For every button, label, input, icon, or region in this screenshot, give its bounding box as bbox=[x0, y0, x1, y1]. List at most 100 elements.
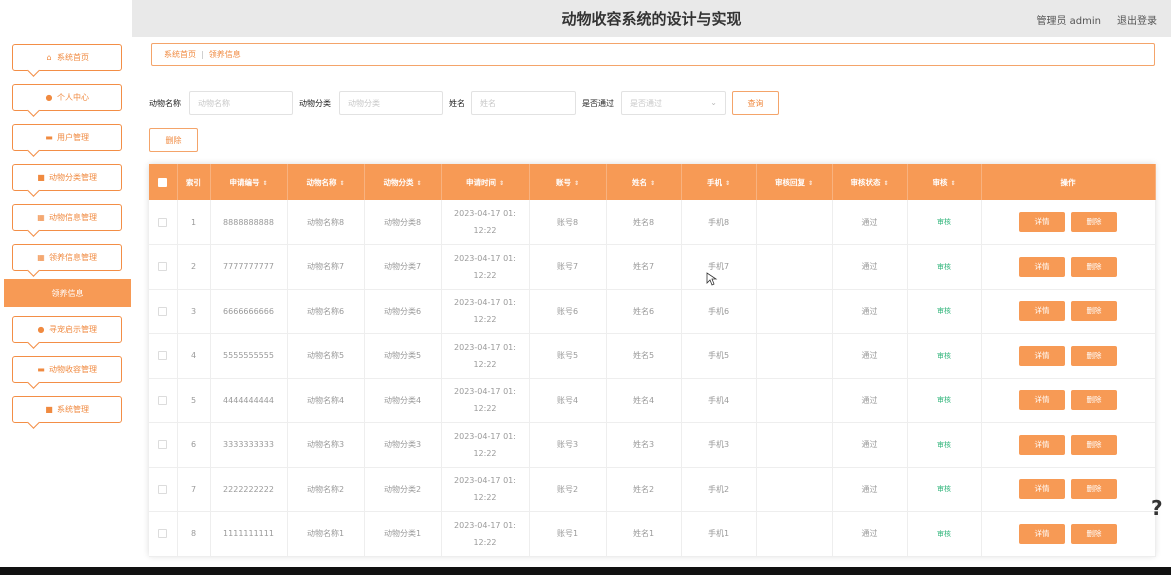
animal-name-input[interactable]: 动物名称 bbox=[189, 91, 293, 115]
delete-button[interactable]: 删除 bbox=[1071, 434, 1117, 455]
audit-link[interactable]: 审核 bbox=[937, 352, 951, 360]
row-checkbox[interactable] bbox=[149, 289, 178, 334]
row-status: 通过 bbox=[832, 378, 908, 423]
column-header[interactable]: 申请编号 ⇕ bbox=[210, 164, 288, 200]
sidebar-item-label: 个人中心 bbox=[57, 93, 89, 102]
delete-button[interactable]: 删除 bbox=[1071, 345, 1117, 366]
row-reply bbox=[756, 467, 833, 512]
sort-icon: ⇕ bbox=[416, 179, 422, 187]
table-row: 2 7777777777 动物名称7 动物分类7 2023-04-17 01: 12:22… bbox=[149, 244, 1156, 290]
row-audit[interactable]: 审核 bbox=[907, 244, 982, 290]
row-person: 姓名7 bbox=[606, 244, 682, 290]
sidebar-item-shelter[interactable]: ▬ 动物收容管理 bbox=[12, 356, 122, 383]
row-audit[interactable]: 审核 bbox=[907, 378, 982, 423]
delete-button[interactable]: 删除 bbox=[1071, 212, 1117, 232]
detail-button[interactable]: 详情 bbox=[1019, 256, 1065, 277]
row-category: 动物分类5 bbox=[364, 333, 442, 379]
row-checkbox[interactable] bbox=[149, 378, 178, 423]
users-icon: ▬ bbox=[45, 132, 53, 142]
audit-link[interactable]: 审核 bbox=[937, 307, 951, 315]
sidebar-item-home[interactable]: ⌂ 系统首页 bbox=[12, 44, 122, 71]
sidebar-item-system[interactable]: ■ 系统管理 bbox=[12, 396, 122, 423]
row-category: 动物分类6 bbox=[364, 289, 442, 334]
audit-link[interactable]: 审核 bbox=[937, 485, 951, 493]
audit-link[interactable]: 审核 bbox=[937, 396, 951, 404]
row-animal-name: 动物名称4 bbox=[287, 378, 365, 423]
row-checkbox[interactable] bbox=[149, 200, 178, 245]
row-actions: 详情 删除 bbox=[981, 289, 1156, 334]
breadcrumb-home[interactable]: 系统首页 bbox=[164, 49, 196, 60]
sidebar-item-adoption[interactable]: ▦ 领养信息管理 bbox=[12, 244, 122, 271]
audit-link[interactable]: 审核 bbox=[937, 263, 951, 271]
sidebar-item-lost-pet[interactable]: ● 寻宠启示管理 bbox=[12, 316, 122, 343]
delete-button[interactable]: 删除 bbox=[1071, 523, 1117, 544]
column-header[interactable]: 申请时间 ⇕ bbox=[441, 164, 530, 200]
column-header[interactable]: 手机 ⇕ bbox=[681, 164, 757, 200]
delete-button[interactable]: 删除 bbox=[1071, 479, 1117, 500]
select-all-checkbox[interactable] bbox=[149, 164, 178, 200]
table-row: 4 5555555555 动物名称5 动物分类5 2023-04-17 01: 12:22… bbox=[149, 333, 1156, 379]
delete-button[interactable]: 删除 bbox=[1071, 301, 1117, 322]
column-header[interactable]: 动物分类 ⇕ bbox=[364, 164, 442, 200]
row-category: 动物分类3 bbox=[364, 422, 442, 468]
home-icon: ⌂ bbox=[46, 52, 52, 62]
sidebar-item-label: 动物收容管理 bbox=[49, 365, 97, 374]
row-checkbox[interactable] bbox=[149, 511, 178, 557]
name-input[interactable]: 姓名 bbox=[471, 91, 576, 115]
detail-button[interactable]: 详情 bbox=[1019, 301, 1065, 322]
sidebar-item-animal-category[interactable]: ■ 动物分类管理 bbox=[12, 164, 122, 191]
row-audit[interactable]: 审核 bbox=[907, 422, 982, 468]
row-checkbox[interactable] bbox=[149, 422, 178, 468]
row-time-clock: 12:22 bbox=[473, 448, 497, 458]
row-phone: 手机1 bbox=[681, 511, 757, 557]
column-header[interactable]: 姓名 ⇕ bbox=[606, 164, 682, 200]
adoption-table: 索引 申请编号 ⇕ 动物名称 ⇕ 动物分类 ⇕ 申请时间 ⇕ 账号 ⇕ 姓名 ⇕ 手机 ⇕ 审… bbox=[149, 164, 1156, 557]
detail-button[interactable]: 详情 bbox=[1019, 212, 1065, 232]
detail-button[interactable]: 详情 bbox=[1019, 479, 1065, 500]
audit-link[interactable]: 审核 bbox=[937, 441, 951, 449]
batch-delete-button[interactable]: 删除 bbox=[149, 128, 198, 152]
detail-button[interactable]: 详情 bbox=[1019, 523, 1065, 544]
delete-button[interactable]: 删除 bbox=[1071, 256, 1117, 277]
column-header[interactable]: 审核回复 ⇕ bbox=[756, 164, 833, 200]
row-account: 账号6 bbox=[529, 289, 607, 334]
column-header: 操作 bbox=[981, 164, 1156, 200]
detail-button[interactable]: 详情 bbox=[1019, 434, 1065, 455]
row-actions: 详情 删除 bbox=[981, 244, 1156, 290]
row-phone: 手机8 bbox=[681, 200, 757, 245]
column-header[interactable]: 审核状态 ⇕ bbox=[832, 164, 908, 200]
detail-button[interactable]: 详情 bbox=[1019, 390, 1065, 411]
row-checkbox[interactable] bbox=[149, 244, 178, 290]
row-audit[interactable]: 审核 bbox=[907, 511, 982, 557]
animal-name-label: 动物名称 bbox=[149, 99, 181, 108]
animal-name-placeholder: 动物名称 bbox=[198, 98, 230, 108]
row-person: 姓名4 bbox=[606, 378, 682, 423]
row-audit[interactable]: 审核 bbox=[907, 200, 982, 245]
column-header[interactable]: 账号 ⇕ bbox=[529, 164, 607, 200]
column-header[interactable]: 审核 ⇕ bbox=[907, 164, 982, 200]
row-index: 7 bbox=[177, 467, 211, 512]
sidebar-subitem-adoption-info[interactable]: 领养信息 bbox=[4, 279, 131, 307]
category-input[interactable]: 动物分类 bbox=[339, 91, 443, 115]
row-reply bbox=[756, 244, 833, 290]
sidebar-item-users[interactable]: ▬ 用户管理 bbox=[12, 124, 122, 151]
column-header[interactable]: 动物名称 ⇕ bbox=[287, 164, 365, 200]
row-audit[interactable]: 审核 bbox=[907, 333, 982, 379]
row-audit[interactable]: 审核 bbox=[907, 467, 982, 512]
category-placeholder: 动物分类 bbox=[348, 98, 380, 108]
row-audit[interactable]: 审核 bbox=[907, 289, 982, 334]
user-icon: ● bbox=[45, 92, 53, 102]
detail-button[interactable]: 详情 bbox=[1019, 345, 1065, 366]
audit-link[interactable]: 审核 bbox=[937, 218, 951, 226]
passed-select[interactable]: 是否通过 ⌄ bbox=[621, 91, 726, 115]
table-row: 6 3333333333 动物名称3 动物分类3 2023-04-17 01: 12:22… bbox=[149, 422, 1156, 468]
sidebar-item-animal-info[interactable]: ▦ 动物信息管理 bbox=[12, 204, 122, 231]
row-checkbox[interactable] bbox=[149, 333, 178, 379]
delete-button[interactable]: 删除 bbox=[1071, 390, 1117, 411]
logout-link[interactable]: 退出登录 bbox=[1117, 12, 1157, 27]
row-checkbox[interactable] bbox=[149, 467, 178, 512]
audit-link[interactable]: 审核 bbox=[937, 530, 951, 538]
query-button[interactable]: 查询 bbox=[732, 91, 779, 115]
help-icon[interactable]: ? bbox=[1151, 496, 1163, 520]
sidebar-item-profile[interactable]: ● 个人中心 bbox=[12, 84, 122, 111]
